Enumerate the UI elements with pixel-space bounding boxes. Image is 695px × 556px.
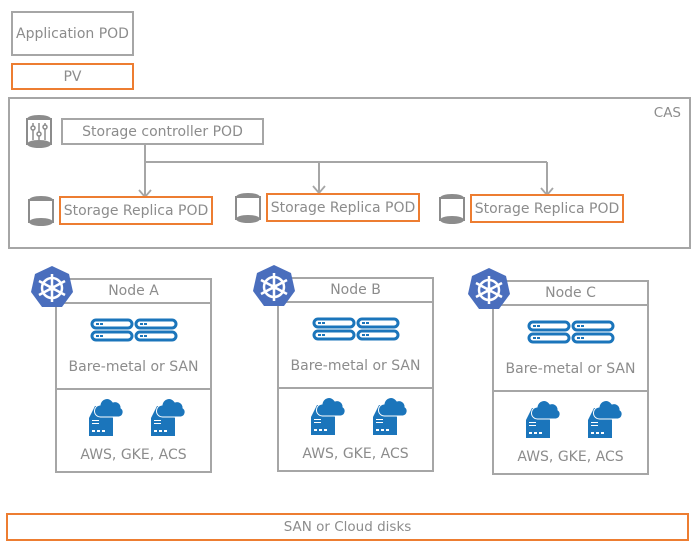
server-rack-icon [527, 320, 615, 344]
bare-metal-section: Bare-metal or SAN [494, 306, 647, 392]
kubernetes-icon [465, 266, 513, 314]
storage-cylinder-icon [234, 192, 262, 224]
cloud-server-icon [520, 398, 560, 438]
node-a: Node A Bare-metal or SAN AWS, GKE, ACS [55, 278, 212, 473]
storage-replica-pod: Storage Replica POD [470, 194, 624, 223]
san-cloud-disks-bar: SAN or Cloud disks [6, 513, 689, 541]
node-title: Node A [57, 280, 210, 304]
node-title-label: Node A [108, 283, 159, 299]
san-cloud-disks-label: SAN or Cloud disks [283, 519, 412, 535]
cloud-section: AWS, GKE, ACS [494, 392, 647, 473]
cloud-section: AWS, GKE, ACS [279, 389, 432, 470]
legend-application-pod: Application POD [11, 11, 134, 56]
legend-application-pod-label: Application POD [16, 25, 129, 42]
bare-metal-label: Bare-metal or SAN [505, 361, 636, 377]
storage-replica-pod: Storage Replica POD [59, 196, 213, 225]
bare-metal-section: Bare-metal or SAN [279, 303, 432, 389]
cloud-server-icon [83, 396, 123, 436]
cloud-section: AWS, GKE, ACS [57, 390, 210, 471]
cloud-server-icon [305, 395, 345, 435]
storage-replica-pod-label: Storage Replica POD [474, 200, 620, 217]
storage-replica-pod: Storage Replica POD [266, 193, 420, 222]
bare-metal-label: Bare-metal or SAN [290, 358, 421, 374]
kubernetes-icon [28, 264, 76, 312]
storage-cylinder-icon [27, 195, 55, 227]
node-title: Node B [279, 279, 432, 303]
node-b: Node B Bare-metal or SAN AWS, GKE, ACS [277, 277, 434, 472]
server-rack-icon [90, 318, 178, 342]
cloud-server-icon [145, 396, 185, 436]
node-title-label: Node B [330, 282, 381, 298]
storage-cylinder-icon [438, 193, 466, 225]
bare-metal-section: Bare-metal or SAN [57, 304, 210, 390]
storage-controller-pod: Storage controller POD [61, 118, 264, 145]
node-title: Node C [494, 282, 647, 306]
cloud-server-icon [582, 398, 622, 438]
server-rack-icon [312, 317, 400, 341]
legend-pv-label: PV [63, 68, 82, 85]
cloud-label: AWS, GKE, ACS [302, 446, 409, 462]
storage-controller-pod-label: Storage controller POD [82, 123, 243, 140]
storage-controller-cylinder-icon [25, 114, 53, 150]
legend-pv: PV [11, 63, 134, 90]
cloud-server-icon [367, 395, 407, 435]
storage-replica-pod-label: Storage Replica POD [63, 202, 209, 219]
bare-metal-label: Bare-metal or SAN [68, 359, 199, 375]
kubernetes-icon [250, 263, 298, 311]
storage-replica-pod-label: Storage Replica POD [270, 199, 416, 216]
cloud-label: AWS, GKE, ACS [80, 447, 187, 463]
cas-label: CAS [653, 105, 681, 121]
node-title-label: Node C [545, 285, 596, 301]
node-c: Node C Bare-metal or SAN AWS, GKE, ACS [492, 280, 649, 475]
cloud-label: AWS, GKE, ACS [517, 449, 624, 465]
